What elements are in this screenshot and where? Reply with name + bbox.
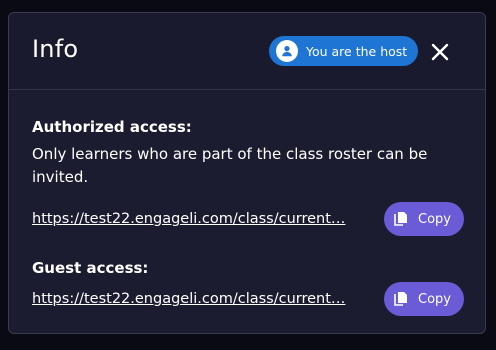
copy-authorized-link-button[interactable]: Copy — [384, 202, 464, 236]
dialog-title: Info — [32, 35, 79, 63]
close-icon — [431, 43, 449, 61]
person-icon — [276, 40, 298, 62]
info-dialog: Info You are the host Authorized access:… — [8, 12, 486, 334]
guest-access-label: Guest access: — [32, 259, 149, 277]
copy-icon — [394, 291, 408, 307]
close-button[interactable] — [428, 40, 452, 64]
copy-button-label: Copy — [418, 211, 451, 227]
dialog-header: Info You are the host — [9, 13, 485, 90]
host-badge-label: You are the host — [306, 43, 408, 59]
authorized-access-link[interactable]: https://test22.engageli.com/class/curren… — [32, 211, 368, 227]
copy-icon — [394, 211, 408, 227]
guest-access-link[interactable]: https://test22.engageli.com/class/curren… — [32, 291, 368, 307]
host-badge: You are the host — [269, 36, 418, 66]
copy-guest-link-button[interactable]: Copy — [384, 282, 464, 316]
copy-button-label: Copy — [418, 291, 451, 307]
authorized-access-description: Only learners who are part of the class … — [32, 145, 428, 186]
authorized-access-label: Authorized access: — [32, 118, 192, 136]
